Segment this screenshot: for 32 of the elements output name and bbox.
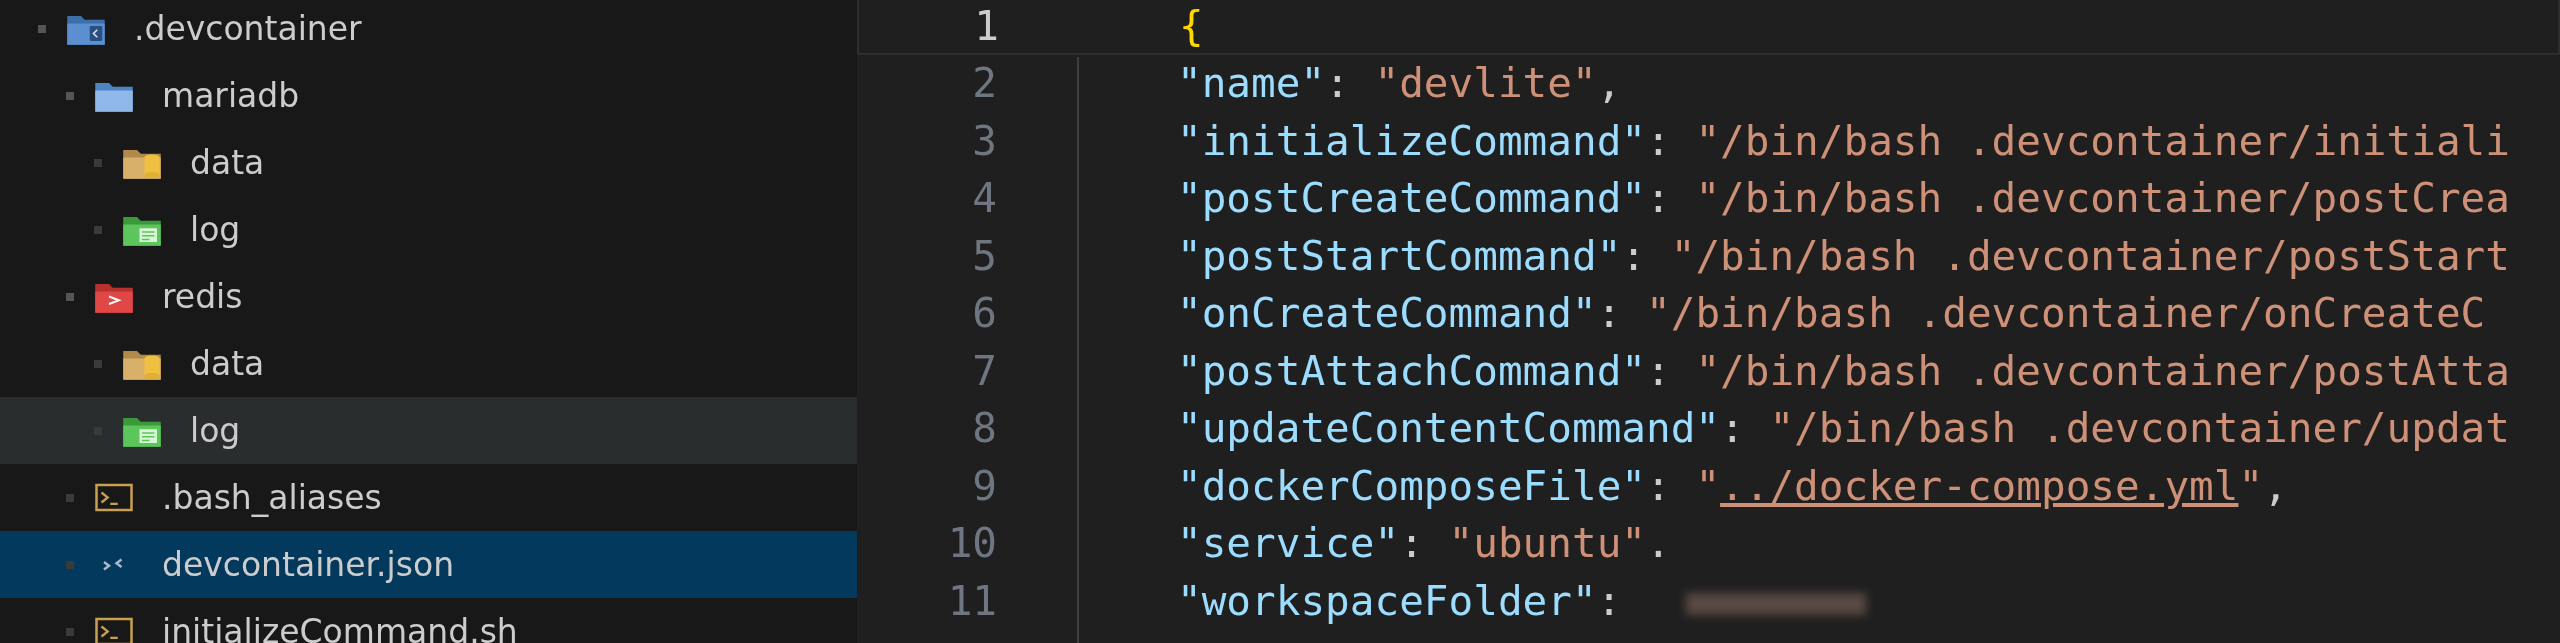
line-number: 2	[971, 59, 998, 108]
code-line: "name": "devlite",	[1176, 59, 1622, 108]
code-line: "service": "ubuntu".	[1176, 519, 1671, 568]
tree-item[interactable]: mariadb	[0, 62, 857, 129]
line-number: 7	[971, 346, 998, 395]
tree-item[interactable]: data	[0, 129, 857, 196]
code-line: {	[1178, 1, 1204, 50]
tree-item[interactable]: devcontainer.json	[0, 531, 857, 598]
tree-item[interactable]: .devcontainer	[0, 0, 857, 62]
code-line: "initializeCommand": "/bin/bash .devcontainer/initiali	[1176, 116, 2510, 165]
code-line: "postCreateCommand": "/bin/bash .devcontainer/postCrea	[1176, 174, 2510, 223]
code-line: "workspaceFolder":	[1077, 576, 1866, 625]
code-line: "postStartCommand": "/bin/bash .devcontainer/postStart	[1176, 231, 2510, 280]
tree-item[interactable]: log	[0, 196, 857, 263]
tree-item[interactable]: initializeCommand.sh	[0, 598, 857, 643]
line-number: 4	[971, 174, 998, 223]
code-line: "updateContentCommand": "/bin/bash .devcontainer/updat	[1176, 404, 2510, 453]
tree-item[interactable]: .bash_aliases	[0, 464, 857, 531]
tree-item[interactable]: data	[0, 330, 857, 397]
line-number: 3	[971, 116, 998, 165]
line-number: 5	[971, 231, 998, 280]
code-line: "postAttachCommand": "/bin/bash .devcontainer/postAtta	[1176, 346, 2510, 395]
code-line: "dockerComposeFile": "../docker-compose.yml",	[1176, 461, 2288, 510]
line-number: 11	[946, 576, 998, 625]
line-number: 6	[971, 289, 998, 338]
line-number: 1	[973, 1, 1000, 50]
line-number: 10	[946, 519, 998, 568]
tree-item[interactable]: redis	[0, 263, 857, 330]
tree-item[interactable]: log	[0, 397, 857, 464]
code-line: "onCreateCommand": "/bin/bash .devcontainer/onCreateC	[1176, 289, 2486, 338]
line-number: 8	[971, 404, 998, 453]
line-number: 9	[971, 461, 998, 510]
